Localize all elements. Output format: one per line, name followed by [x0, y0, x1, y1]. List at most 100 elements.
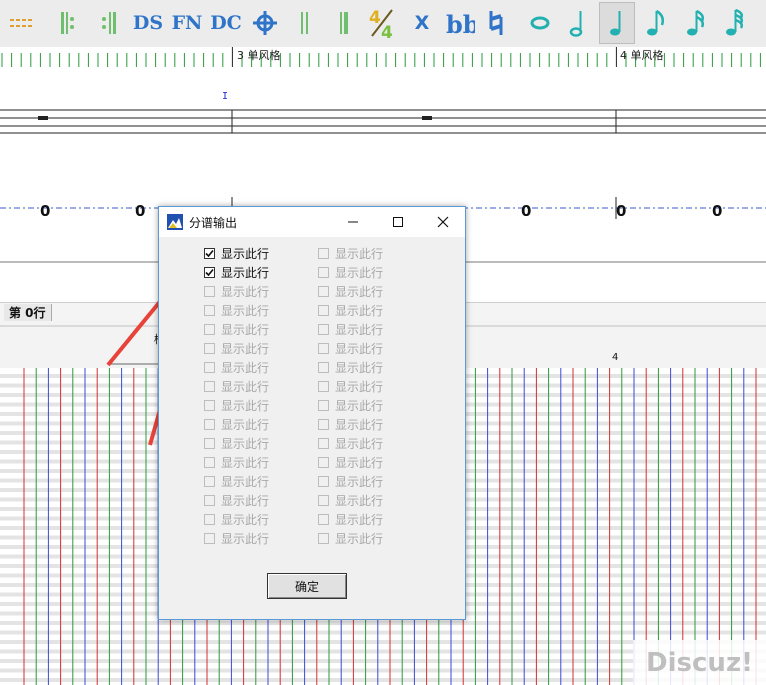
fn-button[interactable]: FN — [169, 2, 205, 44]
double-flat-icon[interactable]: bb — [442, 2, 478, 44]
dialog-title: 分谱输出 — [189, 216, 238, 230]
show-row-checkbox: 显示此行 — [204, 416, 269, 432]
measure-label-3: 3 单风格 — [237, 49, 281, 62]
checkbox-box — [318, 513, 329, 525]
row-label[interactable]: 第 0行 — [4, 304, 52, 321]
show-row-checkbox: 显示此行 — [204, 321, 269, 337]
checkbox-box — [318, 304, 329, 316]
jianpu-rest[interactable]: 0 — [521, 202, 531, 220]
show-row-checkbox: 显示此行 — [318, 283, 383, 299]
x-button[interactable]: X — [404, 2, 440, 44]
checkbox-label: 显示此行 — [221, 379, 270, 394]
barline-double-icon[interactable] — [287, 2, 323, 44]
checkbox-label: 显示此行 — [335, 436, 384, 451]
jianpu-rest[interactable]: 0 — [616, 202, 626, 220]
checkbox-label: 显示此行 — [221, 512, 270, 527]
checkbox-label: 显示此行 — [221, 360, 270, 375]
sixteenth-note-icon[interactable] — [678, 2, 714, 44]
checkbox-box — [204, 399, 215, 411]
thirty-second-note-icon[interactable] — [717, 2, 753, 44]
checkbox-box — [204, 532, 215, 544]
maximize-button[interactable] — [375, 207, 420, 237]
show-row-checkbox: 显示此行 — [204, 378, 269, 394]
jianpu-rest[interactable]: 0 — [40, 202, 50, 220]
checkbox-box[interactable] — [204, 247, 215, 259]
dc-button[interactable]: DC — [208, 2, 244, 44]
show-row-checkbox: 显示此行 — [318, 530, 383, 546]
barline-final-icon[interactable] — [326, 2, 362, 44]
whole-note-icon[interactable] — [522, 2, 558, 44]
show-row-checkbox: 显示此行 — [318, 416, 383, 432]
checkbox-label: 显示此行 — [335, 284, 384, 299]
show-row-checkbox[interactable]: 显示此行 — [204, 245, 269, 261]
checkbox-box — [318, 266, 329, 278]
show-row-checkbox: 显示此行 — [204, 492, 269, 508]
checkbox-label: 显示此行 — [221, 493, 270, 508]
jianpu-rest[interactable]: 0 — [712, 202, 722, 220]
show-row-checkbox: 显示此行 — [318, 245, 383, 261]
checkbox-label: 显示此行 — [335, 474, 384, 489]
half-note-icon[interactable] — [560, 2, 596, 44]
checkbox-label: 显示此行 — [335, 246, 384, 261]
checkbox-label: 显示此行 — [335, 531, 384, 546]
checkbox-label: 显示此行 — [335, 341, 384, 356]
checkbox-label: 显示此行 — [335, 417, 384, 432]
checkbox-box[interactable] — [204, 266, 215, 278]
eighth-note-icon[interactable] — [638, 2, 674, 44]
checkbox-label: 显示此行 — [221, 246, 270, 261]
checkbox-label: 显示此行 — [221, 417, 270, 432]
jianpu-rest[interactable]: 0 — [135, 202, 145, 220]
minimize-button[interactable] — [330, 207, 375, 237]
ok-button[interactable]: 确定 — [267, 573, 347, 599]
svg-text:4: 4 — [381, 23, 393, 40]
checkbox-label: 显示此行 — [221, 398, 270, 413]
measure-ruler: 3 单风格 4 单风格 — [0, 47, 766, 70]
show-row-checkbox: 显示此行 — [318, 435, 383, 451]
checkbox-box — [204, 361, 215, 373]
checkbox-box — [204, 475, 215, 487]
repeat-start-icon[interactable] — [50, 2, 86, 44]
svg-text:bb: bb — [446, 10, 475, 37]
checkbox-box — [318, 323, 329, 335]
checkbox-box — [204, 380, 215, 392]
natural-icon[interactable] — [478, 2, 514, 44]
coda-icon[interactable] — [247, 2, 283, 44]
checkbox-label: 显示此行 — [335, 455, 384, 470]
checkbox-box — [318, 342, 329, 354]
show-row-checkbox: 显示此行 — [204, 397, 269, 413]
show-row-checkbox[interactable]: 显示此行 — [204, 264, 269, 280]
checkbox-box — [318, 361, 329, 373]
checkbox-label: 显示此行 — [335, 493, 384, 508]
lines-icon[interactable] — [4, 2, 40, 44]
repeat-end-icon[interactable] — [91, 2, 127, 44]
show-row-checkbox: 显示此行 — [204, 454, 269, 470]
checkbox-box — [318, 437, 329, 449]
insert-cursor: I — [222, 91, 229, 102]
checkbox-box — [318, 532, 329, 544]
time-signature-button[interactable]: 4 4 — [364, 2, 400, 44]
toolbar: DS FN DC 4 4 X bb — [0, 0, 766, 48]
checkbox-label: 显示此行 — [335, 303, 384, 318]
checkbox-label: 显示此行 — [335, 322, 384, 337]
show-row-checkbox: 显示此行 — [204, 359, 269, 375]
checkbox-label: 显示此行 — [221, 284, 270, 299]
show-row-checkbox: 显示此行 — [318, 492, 383, 508]
dialog-title-bar[interactable]: 分谱输出 — [159, 207, 465, 237]
checkbox-box — [318, 494, 329, 506]
ds-button[interactable]: DS — [130, 2, 166, 44]
show-row-checkbox: 显示此行 — [318, 397, 383, 413]
close-button[interactable] — [420, 207, 465, 237]
checkbox-box — [204, 285, 215, 297]
checkbox-box — [204, 323, 215, 335]
quarter-note-icon[interactable] — [599, 2, 635, 44]
show-row-checkbox: 显示此行 — [318, 302, 383, 318]
part-output-dialog: 分谱输出 显示此行 显示此行 显示此行 显示此行 显示此行 显示此行 显示此行 显示此行 显示此… — [158, 206, 466, 620]
checkbox-label: 显示此行 — [335, 265, 384, 280]
show-row-checkbox: 显示此行 — [204, 473, 269, 489]
checkbox-box — [318, 475, 329, 487]
show-row-checkbox: 显示此行 — [204, 283, 269, 299]
checkbox-box — [204, 342, 215, 354]
show-row-checkbox: 显示此行 — [204, 530, 269, 546]
show-row-checkbox: 显示此行 — [318, 321, 383, 337]
checkbox-label: 显示此行 — [221, 303, 270, 318]
